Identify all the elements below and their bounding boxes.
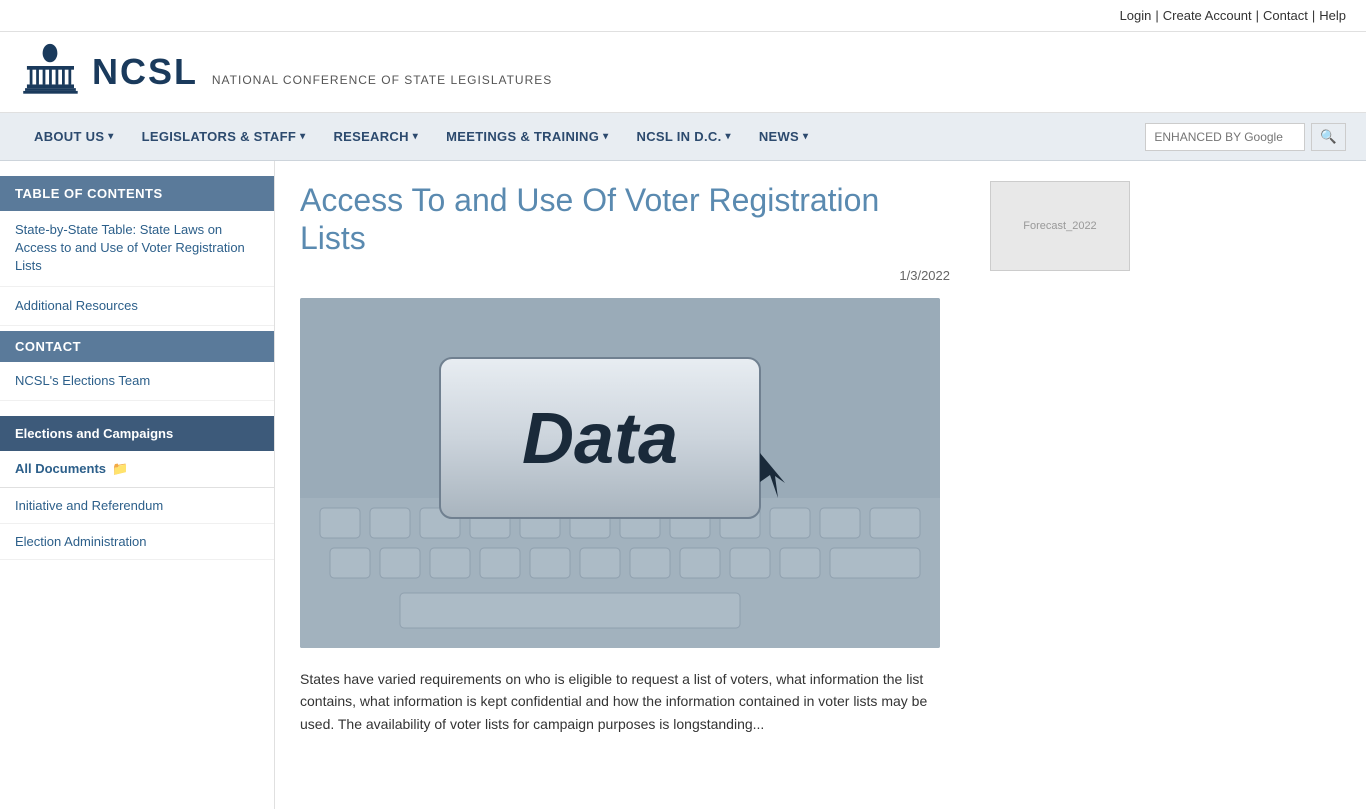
folder-icon: 📁 [112,461,128,477]
sidebar-link-state-table[interactable]: State-by-State Table: State Laws on Acce… [0,211,274,287]
separator3: | [1312,8,1315,23]
sidebar-link-initiative-referendum[interactable]: Initiative and Referendum [0,488,274,524]
nav-about-us[interactable]: ABOUT US ▾ [20,113,128,161]
article-image: Data [300,298,940,648]
nav-search: 🔍 [1145,123,1346,151]
nav-legislators[interactable]: LEGISLATORS & STAFF ▾ [128,113,320,161]
sidebar-link-elections-team[interactable]: NCSL's Elections Team [0,362,274,401]
nav-items: ABOUT US ▾ LEGISLATORS & STAFF ▾ RESEARC… [20,113,1145,161]
chevron-down-icon: ▾ [725,131,730,142]
site-header: NCSL NATIONAL CONFERENCE OF STATE LEGISL… [0,32,1366,113]
right-sidebar: Forecast_2022 [975,161,1155,809]
search-input[interactable] [1145,123,1305,151]
help-link[interactable]: Help [1319,8,1346,23]
svg-text:Data: Data [522,399,678,479]
sidebar-link-additional-resources[interactable]: Additional Resources [0,287,274,326]
nav-research[interactable]: RESEARCH ▾ [319,113,432,161]
contact-topbar-link[interactable]: Contact [1263,8,1308,23]
sidebar-link-election-administration[interactable]: Election Administration [0,524,274,560]
chevron-down-icon: ▾ [108,131,113,142]
contact-header: CONTACT [0,331,274,362]
forecast-label: Forecast_2022 [1023,220,1096,232]
chevron-down-icon: ▾ [300,131,305,142]
search-button[interactable]: 🔍 [1311,123,1346,151]
search-icon: 🔍 [1320,129,1337,145]
logo-subtitle: NATIONAL CONFERENCE OF STATE LEGISLATURE… [212,73,552,87]
logo-acronym: NCSL [92,51,198,92]
logo-area[interactable]: NCSL NATIONAL CONFERENCE OF STATE LEGISL… [20,42,552,102]
toc-header: TABLE OF CONTENTS [0,176,274,211]
sidebar-all-docs[interactable]: All Documents 📁 [0,451,274,488]
article-image-content: Data [300,298,940,648]
chevron-down-icon: ▾ [803,131,808,142]
login-link[interactable]: Login [1120,8,1152,23]
article-body: States have varied requirements on who i… [300,668,950,735]
ncsl-logo-icon [20,42,80,102]
nav-bar: ABOUT US ▾ LEGISLATORS & STAFF ▾ RESEARC… [0,113,1366,161]
chevron-down-icon: ▾ [413,131,418,142]
logo-text-area: NCSL NATIONAL CONFERENCE OF STATE LEGISL… [92,51,552,93]
separator1: | [1155,8,1158,23]
nav-ncsl-dc[interactable]: NCSL IN D.C. ▾ [623,113,745,161]
main-layout: TABLE OF CONTENTS State-by-State Table: … [0,161,1366,809]
nav-meetings-training[interactable]: MEETINGS & TRAINING ▾ [432,113,622,161]
all-docs-label: All Documents [15,461,106,476]
sidebar: TABLE OF CONTENTS State-by-State Table: … [0,161,275,809]
sidebar-category-elections[interactable]: Elections and Campaigns [0,416,274,451]
forecast-image: Forecast_2022 [990,181,1130,271]
chevron-down-icon: ▾ [603,131,608,142]
article-title: Access To and Use Of Voter Registration … [300,181,950,258]
separator2: | [1256,8,1259,23]
content-area: Access To and Use Of Voter Registration … [275,161,975,809]
nav-news[interactable]: NEWS ▾ [745,113,823,161]
article-date: 1/3/2022 [300,268,950,283]
top-bar: Login | Create Account | Contact | Help [0,0,1366,32]
create-account-link[interactable]: Create Account [1163,8,1252,23]
